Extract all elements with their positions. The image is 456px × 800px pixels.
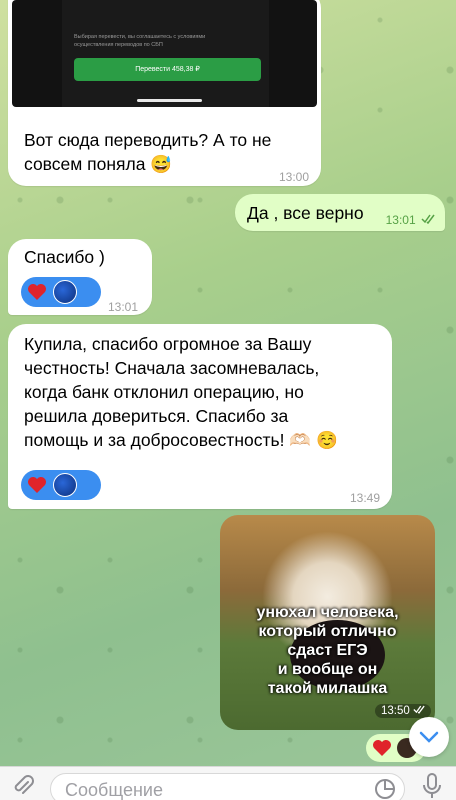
message-text-line: Вот сюда переводить? А то не xyxy=(24,130,272,150)
avatar xyxy=(53,280,77,304)
read-checkmarks-icon xyxy=(421,208,435,232)
message-text-line: честность! Сначала засомневалась, xyxy=(24,358,320,378)
caption-line: унюхал человека, xyxy=(256,604,399,621)
caption-line: который отлично xyxy=(258,623,397,640)
attached-screenshot[interactable]: Выбирая перевести, вы соглашаетесь с усл… xyxy=(12,0,317,107)
avatar xyxy=(53,473,77,497)
composer-bar: Сообщение xyxy=(0,766,456,800)
heart-icon xyxy=(370,736,394,760)
photo-time-badge: 13:50 xyxy=(375,704,431,718)
message-input[interactable]: Сообщение xyxy=(50,773,405,800)
message-text: Да , все верно xyxy=(247,203,364,223)
microphone-icon[interactable] xyxy=(422,773,442,800)
attach-icon[interactable] xyxy=(12,773,34,800)
message-bubble-long[interactable]: Купила, спасибо огромное за Вашу честнос… xyxy=(8,324,392,509)
caption-line: и вообще он xyxy=(277,661,378,678)
message-time: 13:01 xyxy=(386,208,435,232)
message-text-line: когда банк отклонил операцию, но xyxy=(24,382,304,402)
message-time: 13:00 xyxy=(278,170,309,184)
reaction-chip[interactable] xyxy=(21,470,101,500)
message-bubble-question[interactable]: Выбирая перевести, вы соглашаетесь с усл… xyxy=(8,0,321,186)
heart-icon xyxy=(25,473,49,497)
home-indicator xyxy=(137,99,202,102)
reaction-chip[interactable] xyxy=(21,277,101,307)
caption-line: сдаст ЕГЭ xyxy=(287,642,368,659)
message-bubble-outgoing[interactable]: Да , все верно 13:01 xyxy=(235,194,445,231)
photo-message[interactable]: унюхал человека, который отлично сдаст Е… xyxy=(220,515,435,730)
heart-icon xyxy=(25,280,49,304)
chevron-down-icon xyxy=(419,731,439,743)
message-bubble-thanks[interactable]: Спасибо ) 13:01 xyxy=(8,239,152,315)
message-text-line: помощь и за добросовестность! 🫶🏻 ☺️ xyxy=(24,430,338,450)
message-time: 13:01 xyxy=(108,300,139,314)
scroll-down-button[interactable] xyxy=(409,717,449,757)
message-input-placeholder: Сообщение xyxy=(65,780,163,800)
message-text: Спасибо ) xyxy=(24,247,105,267)
message-text-line: решила довериться. Спасибо за xyxy=(24,406,289,426)
caption-line: такой милашка xyxy=(267,680,388,697)
transfer-button: Перевести 458,38 ₽ xyxy=(74,58,261,81)
message-time: 13:49 xyxy=(349,491,380,505)
message-time-text: 13:01 xyxy=(385,213,416,227)
photo-time-text: 13:50 xyxy=(381,705,410,717)
consent-text: Выбирая перевести, вы соглашаетесь с усл… xyxy=(74,34,206,48)
message-text-line: Купила, спасибо огромное за Вашу xyxy=(24,334,312,354)
photo-caption: унюхал человека, который отлично сдаст Е… xyxy=(220,603,435,698)
sticker-icon[interactable] xyxy=(374,778,396,800)
